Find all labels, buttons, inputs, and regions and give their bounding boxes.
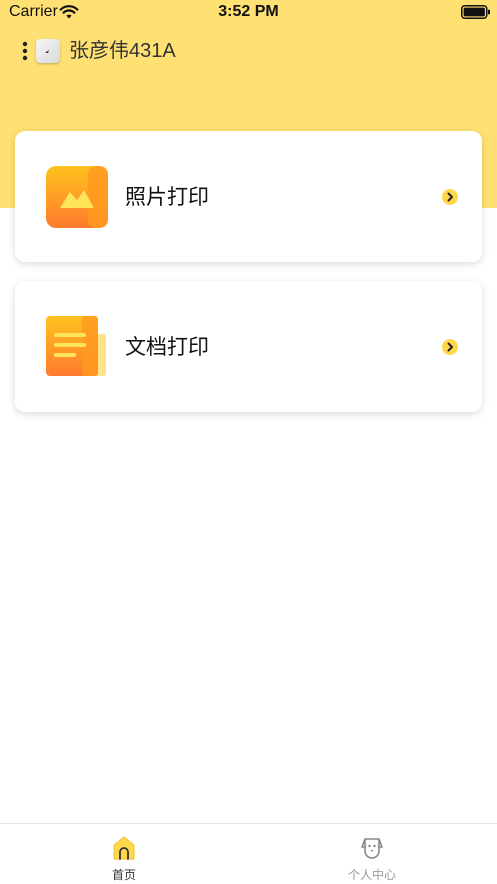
photo-print-icon (46, 166, 108, 228)
dog-face-icon (361, 838, 383, 859)
document-print-icon (46, 316, 106, 376)
tab-home[interactable]: 首页 (0, 824, 248, 884)
home-icon (113, 836, 135, 860)
tab-profile[interactable]: 个人中心 (248, 824, 496, 884)
document-print-card[interactable]: 文档打印 (15, 281, 482, 412)
battery-icon (461, 5, 490, 19)
device-mark-icon (45, 50, 49, 53)
tab-profile-label: 个人中心 (347, 868, 396, 882)
status-bar: Carrier 3:52 PM (0, 0, 497, 26)
device-name[interactable]: 张彦伟431A (69, 39, 176, 63)
document-print-label: 文档打印 (125, 335, 209, 359)
chevron-right-icon[interactable] (442, 189, 458, 205)
chevron-right-icon[interactable] (442, 339, 458, 355)
printer-device-icon[interactable] (36, 39, 60, 63)
status-time: 3:52 PM (218, 3, 279, 20)
more-menu-icon[interactable] (20, 40, 30, 62)
tab-home-label: 首页 (111, 868, 136, 882)
tab-bar: 首页 个人中心 (0, 823, 497, 884)
photo-print-card[interactable]: 照片打印 (15, 131, 482, 262)
photo-print-label: 照片打印 (125, 185, 209, 209)
